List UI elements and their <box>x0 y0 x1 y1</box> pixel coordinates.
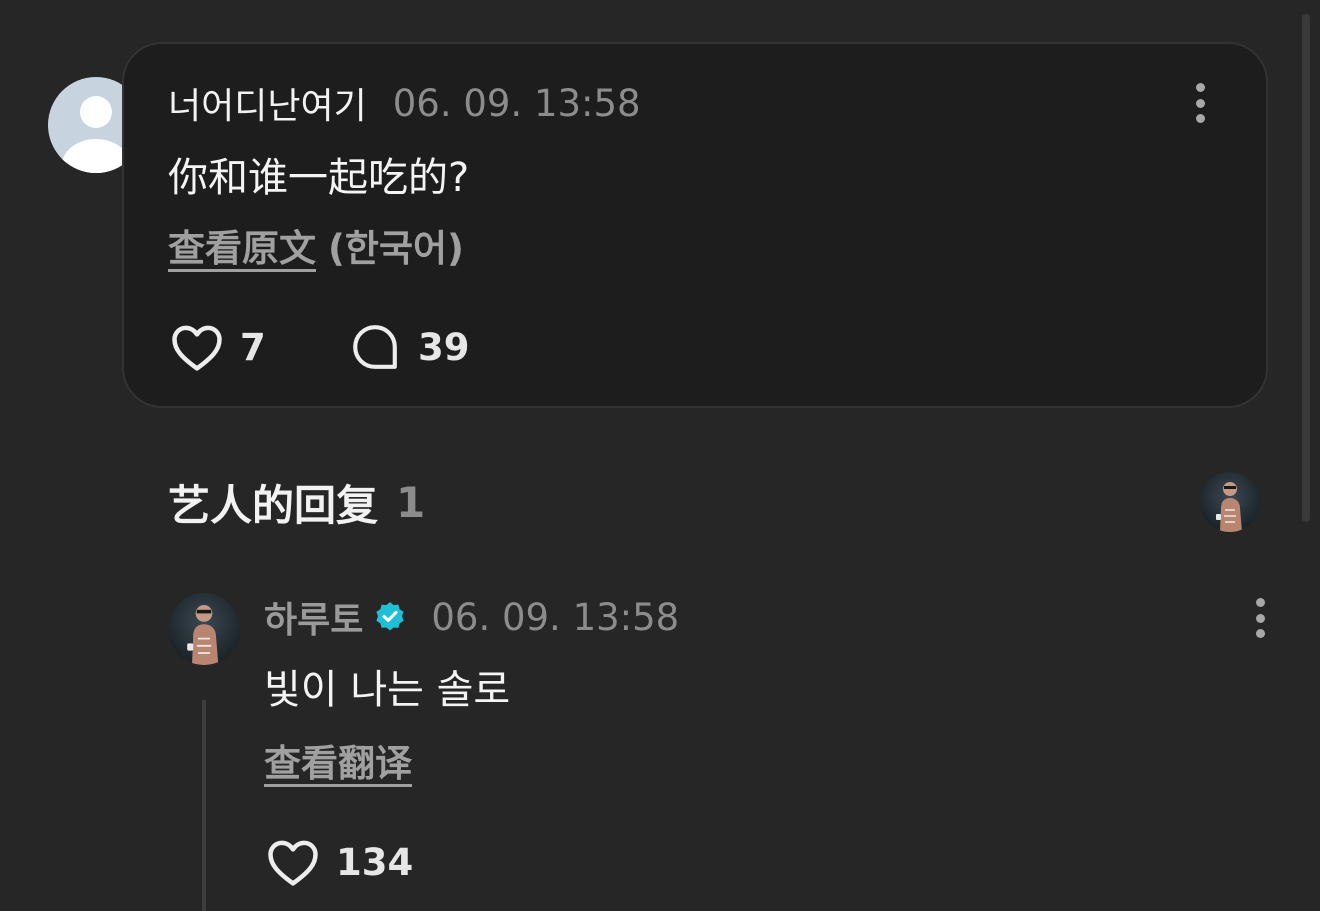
reply-author[interactable]: 하루토 <box>264 591 363 643</box>
like-button[interactable]: 7 <box>170 320 266 374</box>
view-original-link[interactable]: 查看原文 <box>168 218 316 272</box>
scrollbar[interactable] <box>1302 14 1310 522</box>
like-count: 7 <box>240 325 266 369</box>
artist-avatar[interactable] <box>168 593 240 665</box>
artist-replies-count: 1 <box>396 477 426 527</box>
reply-more-button[interactable] <box>1255 598 1265 638</box>
artist-photo-icon <box>1216 482 1242 532</box>
heart-outline-icon <box>172 325 222 371</box>
reply-button[interactable]: 39 <box>350 320 470 374</box>
reply-timestamp: 06. 09. 13:58 <box>431 595 680 639</box>
artist-avatar-small[interactable] <box>1200 472 1260 532</box>
comment-author[interactable]: 너어디난여기 <box>168 77 367 129</box>
artist-photo-icon <box>187 605 219 665</box>
heart-outline-icon <box>268 840 318 886</box>
reply-like-button[interactable]: 134 <box>266 835 413 889</box>
view-translation-link[interactable]: 查看翻译 <box>264 733 412 787</box>
comment-header: 너어디난여기 06. 09. 13:58 <box>168 78 641 128</box>
reply-count: 39 <box>418 325 470 369</box>
reply-text: 빛이 나는 솔로 <box>264 667 511 713</box>
comment-thread-page: 너어디난여기 06. 09. 13:58 你和谁一起吃的? 查看原文 (한국어)… <box>0 0 1320 911</box>
artist-replies-header: 艺人的回复 1 <box>168 474 425 530</box>
thread-line <box>202 700 206 911</box>
comment-timestamp: 06. 09. 13:58 <box>392 81 641 125</box>
speech-bubble-icon <box>353 325 397 369</box>
artist-replies-title: 艺人的回复 <box>168 480 379 530</box>
verified-badge-icon <box>376 602 404 631</box>
reply-like-count: 134 <box>336 840 414 884</box>
original-language-label: (한국어) <box>328 227 464 270</box>
comment-text: 你和谁一起吃的? <box>168 155 470 201</box>
reply-header: 하루토 06. 09. 13:58 <box>264 592 679 642</box>
comment-more-button[interactable] <box>1195 83 1205 123</box>
